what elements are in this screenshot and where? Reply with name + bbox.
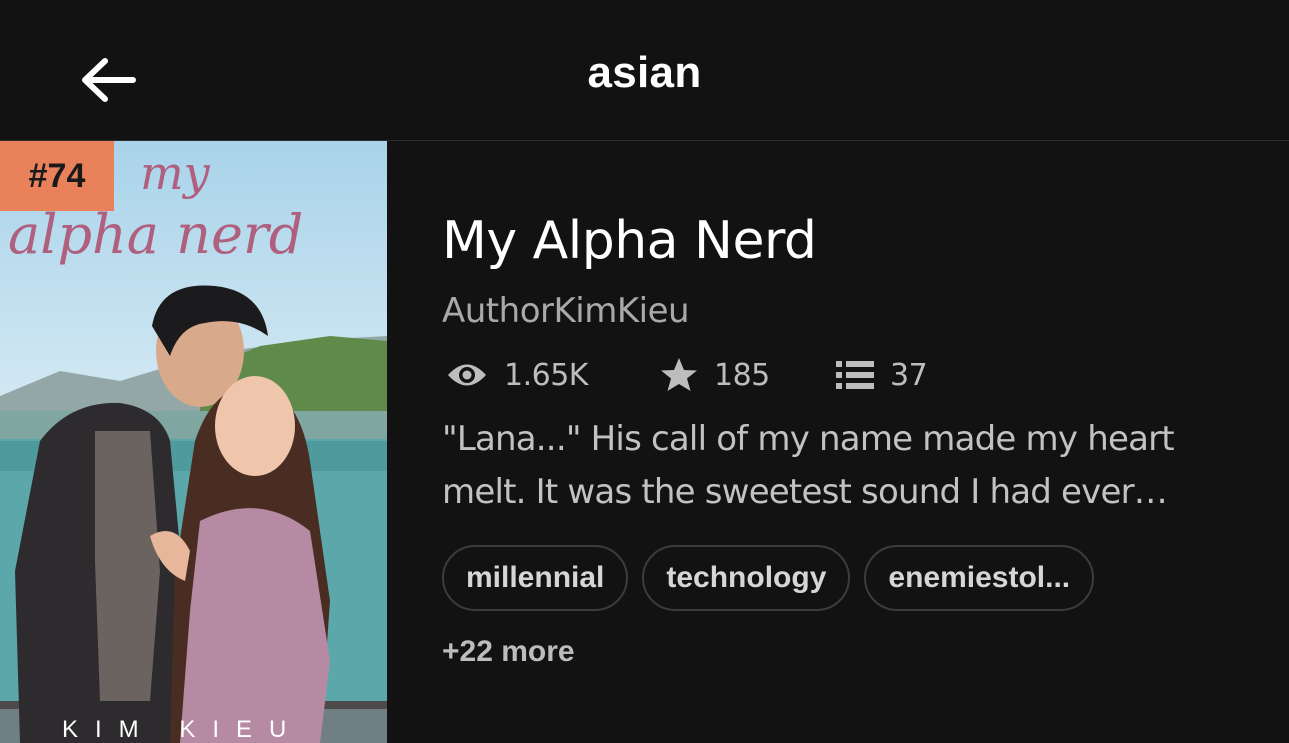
story-description: "Lana..." His call of my name made my he…	[442, 419, 1175, 512]
story-card[interactable]: my alpha nerd KIM KIEU #74 My Alpha Nerd…	[0, 141, 1289, 743]
tag-chip[interactable]: technology	[642, 545, 851, 611]
story-stats: 1.65K 185 37	[442, 353, 1242, 397]
cover-title-line1: my	[140, 146, 211, 200]
rank-badge: #74	[0, 141, 114, 211]
star-icon	[661, 358, 697, 391]
eye-icon	[448, 364, 486, 386]
list-icon	[836, 361, 874, 389]
tag-list: millennial technology enemiestol...	[442, 545, 1095, 611]
cover-art: my alpha nerd KIM KIEU	[0, 141, 387, 743]
parts-stat: 37	[836, 353, 928, 397]
tag-chip[interactable]: millennial	[442, 545, 629, 611]
tag-chip[interactable]: enemiestol...	[864, 545, 1095, 611]
story-title[interactable]: My Alpha Nerd	[442, 211, 817, 271]
more-tags-link[interactable]: +22 more	[442, 635, 575, 669]
page-title: asian	[587, 48, 702, 97]
top-app-bar: asian	[0, 0, 1289, 141]
cover-author: KIM KIEU	[62, 716, 303, 743]
cover-title-line2: alpha nerd	[8, 203, 303, 266]
parts-count: 37	[890, 357, 928, 393]
reads-stat: 1.65K	[446, 353, 588, 397]
votes-count: 185	[714, 357, 770, 393]
votes-stat: 185	[660, 353, 770, 397]
author-name[interactable]: AuthorKimKieu	[442, 291, 690, 331]
book-cover[interactable]: my alpha nerd KIM KIEU #74	[0, 141, 387, 743]
reads-count: 1.65K	[504, 357, 588, 393]
